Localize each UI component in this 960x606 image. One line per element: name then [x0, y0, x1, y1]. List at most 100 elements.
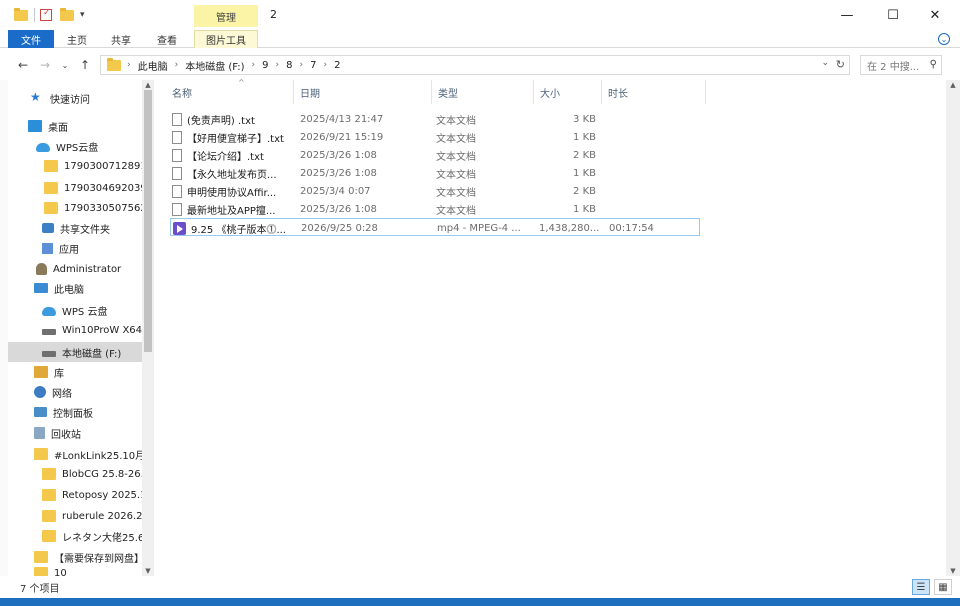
nav-label: ruberule 2026.2. — [62, 510, 142, 522]
scroll-down-arrow-icon[interactable]: ▼ — [142, 566, 154, 576]
folder-icon — [44, 202, 58, 214]
search-input[interactable]: 在 2 中搜... ⚲ — [860, 55, 942, 75]
nav-label: WPS 云盘 — [62, 306, 108, 318]
address-field[interactable]: › 此电脑 › 本地磁盘 (F:) › 9 › 8 › 7 › 2 ⌄ ↻ — [100, 55, 850, 75]
column-header-date[interactable]: 日期 — [294, 80, 432, 104]
new-folder-icon[interactable] — [60, 6, 74, 24]
text-file-icon — [172, 148, 182, 162]
nav-folder-1790300712891[interactable]: 1790300712891_ — [0, 156, 142, 176]
item-count: 7 个项目 — [20, 584, 60, 595]
nav-folder-renetan[interactable]: レネタン大佬25.6 — [0, 526, 142, 546]
file-size: 1 KB — [573, 167, 596, 179]
scroll-up-arrow-icon[interactable]: ▲ — [142, 80, 154, 90]
drive-icon — [42, 350, 56, 357]
up-arrow-icon[interactable]: ↑ — [76, 56, 94, 74]
file-row-selected[interactable]: 9.25 《桃子版本⓵... 2026/9/25 0:28 mp4 - MPEG… — [170, 218, 700, 236]
file-row[interactable]: 最新地址及APP擅... 2025/3/26 1:08 文本文档 1 KB — [170, 200, 700, 218]
file-size: 1,438,280... — [539, 222, 600, 234]
breadcrumb-9[interactable]: 9 — [262, 60, 268, 71]
nav-administrator[interactable]: Administrator — [0, 259, 142, 279]
nav-label: 库 — [54, 368, 64, 380]
expand-ribbon-icon[interactable]: ⌄ — [938, 33, 950, 45]
tab-picture-tools[interactable]: 图片工具 — [194, 30, 258, 48]
nav-folder-retoposy[interactable]: Retoposy 2025.1 — [0, 485, 142, 505]
nav-folder-10[interactable]: 10 — [0, 567, 142, 576]
minimize-button[interactable]: — — [824, 0, 870, 30]
breadcrumb-local-disk[interactable]: 本地磁盘 (F:) — [185, 58, 244, 73]
nav-folder-lonklink[interactable]: #LonkLink25.10月 — [0, 444, 142, 464]
tab-view[interactable]: 查看 — [148, 30, 186, 48]
drive-icon — [42, 328, 56, 335]
column-header-duration[interactable]: 时长 — [602, 80, 706, 104]
breadcrumb-this-pc[interactable]: 此电脑 — [138, 58, 168, 73]
column-header-name[interactable]: 名称 ^ — [166, 78, 294, 104]
nav-recycle-bin[interactable]: 回收站 — [0, 423, 142, 443]
column-name-label: 名称 — [172, 88, 192, 100]
file-date: 2026/9/21 15:19 — [300, 131, 384, 143]
file-name-cell: 9.25 《桃子版本⓵... — [173, 219, 299, 237]
breadcrumb-8[interactable]: 8 — [286, 60, 292, 71]
nav-label: 此电脑 — [54, 284, 84, 296]
toolbar-divider — [34, 8, 35, 22]
ribbon-tabs: 文件 主页 共享 查看 图片工具 ⌄ — [0, 30, 960, 48]
tab-share[interactable]: 共享 — [102, 30, 140, 48]
recent-locations-icon[interactable]: ⌄ — [56, 56, 74, 74]
text-file-icon — [172, 112, 182, 126]
nav-folder-blobcg[interactable]: BlobCG 25.8-26. — [0, 464, 142, 484]
breadcrumb-7[interactable]: 7 — [310, 60, 316, 71]
nav-wps-cloud-drive[interactable]: WPS 云盘 — [0, 300, 142, 320]
details-view-icon[interactable]: ☰ — [912, 579, 930, 595]
refresh-icon[interactable]: ↻ — [836, 58, 845, 71]
file-name-cell: 【永久地址发布页... — [172, 164, 298, 182]
breadcrumb-2[interactable]: 2 — [334, 60, 340, 71]
column-type-label: 类型 — [438, 88, 458, 100]
file-row[interactable]: 【好用便宜梯子】.txt 2026/9/21 15:19 文本文档 1 KB — [170, 128, 700, 146]
file-name-cell: 【论坛介绍】.txt — [172, 146, 298, 164]
file-name: 9.25 《桃子版本⓵... — [191, 224, 286, 236]
nav-apps[interactable]: 应用 — [0, 238, 142, 258]
breadcrumb-separator: › — [251, 60, 256, 70]
nav-quick-access[interactable]: 快速访问 — [0, 88, 142, 108]
properties-icon[interactable]: ✓ — [40, 6, 52, 24]
manage-tab[interactable]: 管理 — [194, 5, 258, 27]
file-type: 文本文档 — [436, 151, 476, 163]
nav-this-pc[interactable]: 此电脑 — [0, 278, 142, 298]
navigation-scrollbar[interactable]: ▲ ▼ — [142, 80, 154, 576]
file-row[interactable]: 【永久地址发布页... 2025/3/26 1:08 文本文档 1 KB — [170, 164, 700, 182]
maximize-button[interactable]: ☐ — [870, 0, 916, 30]
close-button[interactable]: ✕ — [912, 0, 958, 30]
user-icon — [36, 263, 47, 275]
nav-folder-1790330507562[interactable]: 1790330507562_ — [0, 198, 142, 218]
nav-libraries[interactable]: 库 — [0, 362, 142, 382]
nav-win10-drive[interactable]: Win10ProW X64 — [0, 320, 142, 340]
scroll-up-arrow-icon[interactable]: ▲ — [946, 80, 960, 90]
column-header-size[interactable]: 大小 — [534, 80, 602, 104]
large-icons-view-icon[interactable]: ▦ — [934, 579, 952, 595]
nav-wps-cloud[interactable]: WPS云盘 — [0, 136, 142, 156]
nav-shared-folder[interactable]: 共享文件夹 — [0, 218, 142, 238]
file-duration — [608, 200, 688, 218]
nav-label: 桌面 — [48, 122, 68, 134]
navigation-scrollbar-thumb[interactable] — [144, 90, 152, 352]
file-row[interactable]: 【论坛介绍】.txt 2025/3/26 1:08 文本文档 2 KB — [170, 146, 700, 164]
scroll-down-arrow-icon[interactable]: ▼ — [946, 566, 960, 576]
nav-folder-save-to-cloud[interactable]: 【需要保存到网盘】 — [0, 547, 142, 567]
nav-control-panel[interactable]: 控制面板 — [0, 402, 142, 422]
file-list-scrollbar[interactable]: ▲ ▼ — [946, 80, 960, 576]
quick-access-dropdown-icon[interactable]: ▾ — [80, 6, 85, 24]
nav-desktop[interactable]: 桌面 — [0, 116, 142, 136]
breadcrumb-separator: › — [275, 60, 280, 70]
forward-arrow-icon[interactable]: → — [36, 56, 54, 74]
tab-file[interactable]: 文件 — [8, 30, 54, 48]
quick-access-folder-icon[interactable] — [14, 6, 28, 24]
nav-network[interactable]: 网络 — [0, 382, 142, 402]
nav-folder-1790304692039[interactable]: 1790304692039_ — [0, 178, 142, 198]
file-row[interactable]: (免责声明) .txt 2025/4/13 21:47 文本文档 3 KB — [170, 110, 700, 128]
tab-home[interactable]: 主页 — [58, 30, 96, 48]
column-header-type[interactable]: 类型 — [432, 80, 534, 104]
address-dropdown-icon[interactable]: ⌄ — [821, 58, 829, 68]
nav-local-disk-f[interactable]: 本地磁盘 (F:) — [8, 342, 142, 362]
back-arrow-icon[interactable]: ← — [14, 56, 32, 74]
nav-folder-ruberule[interactable]: ruberule 2026.2. — [0, 506, 142, 526]
file-row[interactable]: 申明使用协议Affir... 2025/3/4 0:07 文本文档 2 KB — [170, 182, 700, 200]
